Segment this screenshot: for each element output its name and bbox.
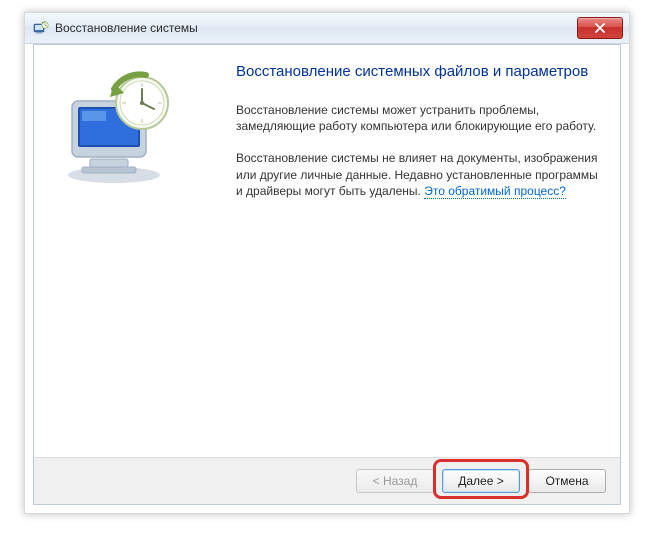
description-paragraph-2: Восстановление системы не влияет на доку… bbox=[236, 150, 600, 199]
system-restore-icon bbox=[33, 20, 49, 36]
back-button: < Назад bbox=[356, 469, 434, 493]
wizard-heading: Восстановление системных файлов и параме… bbox=[236, 63, 600, 80]
icon-panel bbox=[34, 45, 232, 456]
client-area: Восстановление системных файлов и параме… bbox=[33, 44, 621, 505]
wizard-button-row: < Назад Далее > Отмена bbox=[34, 457, 620, 504]
close-button[interactable] bbox=[577, 17, 623, 39]
system-restore-illustration-icon bbox=[54, 67, 184, 187]
window-title: Восстановление системы bbox=[55, 21, 577, 35]
cancel-button[interactable]: Отмена bbox=[528, 469, 606, 493]
reversible-process-link[interactable]: Это обратимый процесс? bbox=[424, 184, 566, 199]
next-button[interactable]: Далее > bbox=[442, 469, 520, 493]
text-panel: Восстановление системных файлов и параме… bbox=[232, 45, 620, 456]
titlebar: Восстановление системы bbox=[25, 13, 629, 44]
close-icon bbox=[594, 23, 606, 33]
wizard-window: Восстановление системы bbox=[24, 12, 630, 514]
description-paragraph-1: Восстановление системы может устранить п… bbox=[236, 102, 600, 134]
